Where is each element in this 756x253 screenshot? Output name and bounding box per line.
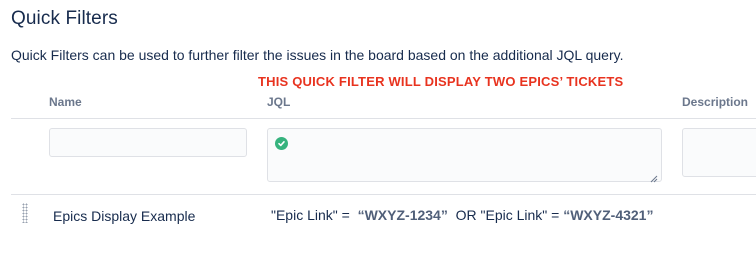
filter-name[interactable]: Epics Display Example xyxy=(53,208,195,224)
page-title: Quick Filters xyxy=(11,8,118,29)
new-filter-name-input[interactable] xyxy=(49,128,247,157)
section-description: Quick Filters can be used to further fil… xyxy=(11,47,624,63)
new-filter-description-input[interactable] xyxy=(682,128,756,177)
header-divider xyxy=(11,118,756,119)
jql-text: "Epic Link" = xyxy=(271,207,358,223)
filter-jql[interactable]: "Epic Link" = “WXYZ-1234” OR "Epic Link"… xyxy=(271,207,653,223)
annotation-callout: THIS QUICK FILTER WILL DISPLAY TWO EPICS… xyxy=(258,74,624,89)
jql-text: OR "Epic Link" = xyxy=(447,207,564,223)
column-header-description: Description xyxy=(682,95,749,109)
drag-handle-icon[interactable] xyxy=(22,203,28,223)
column-header-jql: JQL xyxy=(267,95,291,109)
column-header-name: Name xyxy=(49,95,82,109)
jql-epic-key: “WXYZ-4321” xyxy=(563,207,654,223)
new-filter-jql-input[interactable] xyxy=(267,128,662,182)
row-divider xyxy=(11,194,756,195)
check-circle-icon xyxy=(275,137,288,150)
resize-handle-icon[interactable] xyxy=(649,170,658,183)
jql-epic-key: “WXYZ-1234” xyxy=(357,207,448,223)
